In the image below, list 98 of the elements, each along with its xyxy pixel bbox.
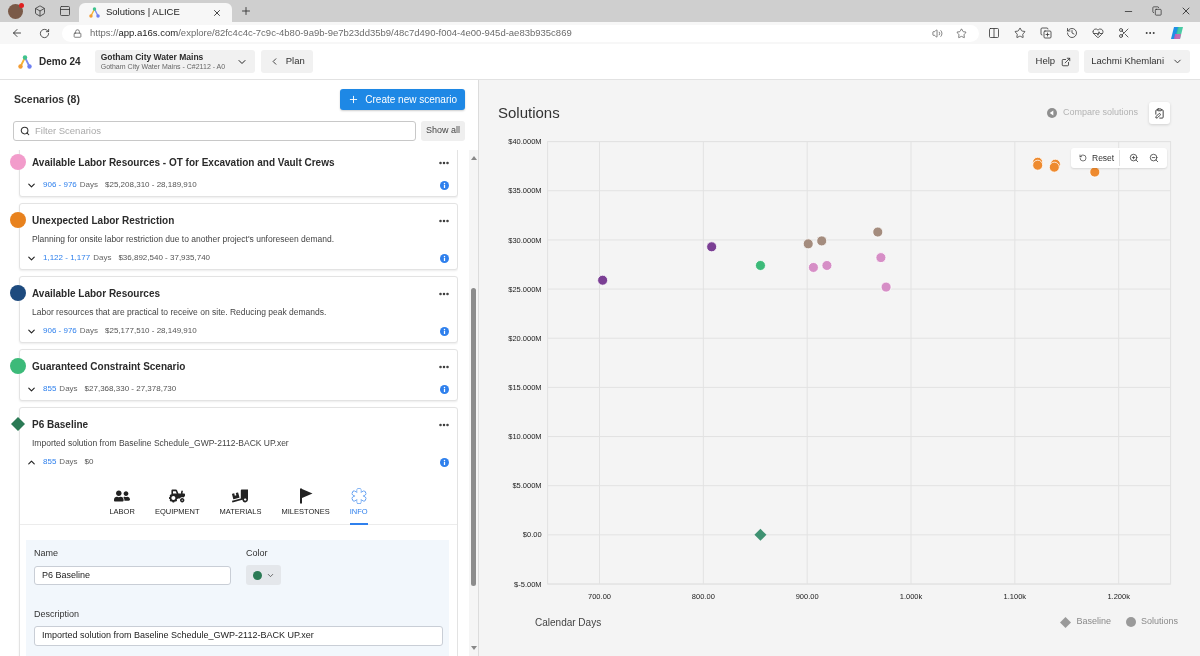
scenario-title: Guaranteed Constraint Scenario <box>32 360 186 374</box>
cost-range: $0 <box>84 456 94 468</box>
new-tab-icon[interactable] <box>240 5 252 17</box>
search-icon <box>20 126 30 136</box>
scenario-description: Labor resources that are practical to receive on site. Reducing peak demands. <box>32 306 327 319</box>
refresh-icon[interactable] <box>39 27 50 39</box>
field-label: Name <box>34 548 58 559</box>
scenario-title: Available Labor Resources <box>32 287 160 301</box>
days-unit: Days <box>59 456 78 468</box>
data-point[interactable] <box>597 274 609 286</box>
star-icon[interactable] <box>956 27 967 39</box>
plus-icon <box>348 94 360 105</box>
data-point[interactable] <box>816 235 828 247</box>
panel-title: Solutions <box>498 102 560 123</box>
star-icon[interactable] <box>1014 27 1026 39</box>
scroll-down-arrow-icon[interactable] <box>470 646 477 650</box>
scenario-title: P6 Baseline <box>32 418 89 432</box>
description-input[interactable]: Imported solution from Baseline Schedule_GWP-2112-BACK UP.xer <box>34 626 443 646</box>
project-name: Gotham City Water Mains <box>100 52 204 62</box>
x-axis-title: Calendar Days <box>535 615 602 630</box>
field-label: Color <box>246 548 268 559</box>
days-unit: Days <box>93 252 112 264</box>
data-point[interactable] <box>872 226 884 238</box>
close-icon[interactable] <box>212 7 222 18</box>
days-unit: Days <box>79 179 99 191</box>
info-icon[interactable] <box>440 384 449 394</box>
data-point[interactable] <box>1089 166 1101 178</box>
scenario-card[interactable]: Available Labor Resources - OT for Excavation and Vault Crews 906 - 976 Days $25,208,310 - 28,189,910 <box>19 150 458 197</box>
collections-icon[interactable] <box>1040 27 1052 39</box>
reset-button[interactable]: Reset <box>1074 150 1121 166</box>
color-picker[interactable] <box>246 565 281 585</box>
browser-tab[interactable]: Solutions | ALICE <box>79 3 232 22</box>
days-range[interactable]: 855 <box>43 456 57 468</box>
help-button[interactable]: Help <box>1027 50 1080 73</box>
flag-icon <box>297 488 314 504</box>
scenario-card[interactable]: Guaranteed Constraint Scenario 855 Days $27,368,330 - 27,378,730 <box>19 349 458 401</box>
workspace-name: Demo 24 <box>39 55 81 69</box>
days-unit: Days <box>59 383 78 395</box>
scenario-title: Available Labor Resources - OT for Excavation and Vault Crews <box>32 156 335 170</box>
info-icon[interactable] <box>440 457 449 467</box>
field-label: Description <box>34 609 80 620</box>
scenario-title: Unexpected Labor Restriction <box>32 214 175 228</box>
zoom-out-icon[interactable] <box>1149 153 1160 163</box>
cost-range: $25,208,310 - 28,189,910 <box>105 179 197 191</box>
info-icon[interactable] <box>440 326 449 336</box>
scroll-up-arrow-icon[interactable] <box>470 156 477 160</box>
data-point[interactable] <box>706 241 718 253</box>
days-unit: Days <box>79 325 99 337</box>
window-icon[interactable] <box>59 5 71 17</box>
days-range[interactable]: 1,122 - 1,177 <box>43 252 91 264</box>
back-icon[interactable] <box>11 27 23 39</box>
scenario-description: Imported solution from Baseline Schedule_GWP-2112-BACK UP.xer <box>32 437 289 450</box>
lock-icon <box>73 28 82 38</box>
cost-range: $27,368,330 - 27,378,730 <box>84 383 177 395</box>
scrollbar-thumb[interactable] <box>471 288 476 586</box>
circle-arrow-left-icon <box>1046 108 1057 118</box>
panel-title: Scenarios (8) <box>14 91 80 107</box>
scenario-card[interactable]: Available Labor Resources Labor resources that are practical to receive on site. Reducing peak demands. 906 - 976 Days $25,177,510 - 28,149,910 <box>19 276 458 343</box>
clipboard-edit-icon <box>1154 107 1165 119</box>
scenario-card[interactable]: Unexpected Labor Restriction Planning for onsite labor restriction due to another project's unforeseen demand. 1,122 - 1,177 Days $36,892,540 - 37,935,740 <box>19 203 458 270</box>
truck-boxes-icon <box>232 488 249 504</box>
restore-icon[interactable] <box>1152 6 1162 16</box>
scissors-icon[interactable] <box>1118 27 1130 39</box>
logo-icon <box>18 54 32 69</box>
cube-icon[interactable] <box>34 5 46 17</box>
tractor-icon <box>169 488 186 504</box>
clipboard-button[interactable] <box>1149 102 1170 124</box>
name-input[interactable]: P6 Baseline <box>34 566 231 585</box>
reset-icon <box>1079 154 1087 162</box>
logo-icon <box>89 7 100 18</box>
external-link-icon <box>1061 56 1072 67</box>
diamond-icon <box>1060 616 1072 628</box>
user-menu-button[interactable]: Lachmi Khemlani <box>1084 50 1190 73</box>
days-range[interactable]: 855 <box>43 383 57 395</box>
cost-range: $25,177,510 - 28,149,910 <box>105 325 197 337</box>
cost-range: $36,892,540 - 37,935,740 <box>118 252 211 264</box>
zoom-in-icon[interactable] <box>1129 153 1140 163</box>
close-icon[interactable] <box>1180 5 1192 17</box>
heart-pulse-icon[interactable] <box>1092 27 1104 39</box>
info-icon[interactable] <box>440 180 449 190</box>
days-range[interactable]: 906 - 976 <box>43 325 77 337</box>
history-icon[interactable] <box>1066 27 1078 39</box>
show-all-button[interactable]: Show all <box>421 121 465 141</box>
speaker-icon[interactable] <box>932 27 943 39</box>
baseline-marker[interactable] <box>754 528 767 541</box>
avatar-icon[interactable] <box>8 3 23 19</box>
app-logo-icon[interactable] <box>1170 26 1184 40</box>
split-screen-icon[interactable] <box>988 27 1000 39</box>
days-range[interactable]: 906 - 976 <box>43 179 77 191</box>
scenario-description: Planning for onsite labor restriction due to another project's unforeseen demand. <box>32 233 335 246</box>
address-field[interactable]: https://app.a16s.com/explore/82fc4c4c-7c9c-4b80-9a9b-9e7b23dd35b9/48c7d490-f004-4e00-945d-ae83b935c869 <box>62 24 979 42</box>
asterisk-outline-icon <box>350 488 367 504</box>
create-scenario-button[interactable]: Create new scenario <box>340 89 465 110</box>
back-button[interactable]: Plan <box>260 50 313 73</box>
data-point[interactable] <box>802 238 814 250</box>
people-icon <box>114 488 131 504</box>
info-icon[interactable] <box>440 253 449 263</box>
scrollbar-track[interactable] <box>469 150 478 656</box>
